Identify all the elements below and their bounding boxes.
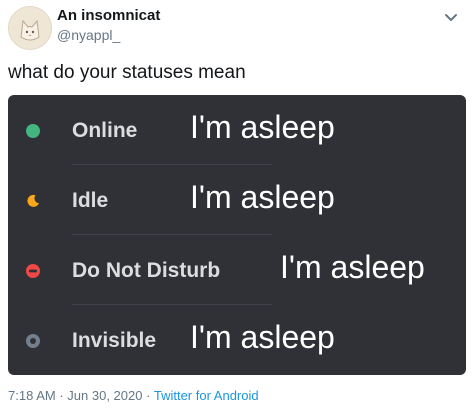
tweet-time[interactable]: 7:18 AM <box>8 388 56 403</box>
display-name[interactable]: An insomnicat <box>57 7 160 24</box>
status-label: Online <box>72 119 138 142</box>
status-item-do-not-disturb: Do Not Disturb I'm asleep <box>8 235 466 305</box>
status-meaning: I'm asleep <box>190 179 335 215</box>
separator: · <box>59 388 64 403</box>
tweet-text: what do your statuses mean <box>8 62 246 83</box>
status-item-invisible: Invisible I'm asleep <box>8 305 466 375</box>
status-menu-image[interactable]: Online I'm asleep Idle I'm asleep Do Not… <box>8 95 466 375</box>
user-handle[interactable]: @nyappl_ <box>57 27 120 43</box>
status-label: Idle <box>72 189 109 212</box>
tweet-date[interactable]: Jun 30, 2020 <box>67 388 142 403</box>
dnd-icon <box>26 264 40 278</box>
status-label: Invisible <box>72 329 157 352</box>
status-item-idle: Idle I'm asleep <box>8 165 466 235</box>
separator: · <box>146 388 151 403</box>
avatar[interactable] <box>8 6 52 50</box>
online-dot-icon <box>26 124 40 138</box>
idle-moon-icon <box>26 194 40 208</box>
status-meaning: I'm asleep <box>190 109 335 145</box>
tweet-source-link[interactable]: Twitter for Android <box>154 388 259 403</box>
status-item-online: Online I'm asleep <box>8 95 466 165</box>
status-meaning: I'm asleep <box>190 319 335 355</box>
status-meaning: I'm asleep <box>280 249 425 285</box>
cat-avatar-icon <box>9 7 51 49</box>
invisible-ring-icon <box>26 334 40 348</box>
tweet-footer: 7:18 AM · Jun 30, 2020 · Twitter for And… <box>8 388 259 403</box>
status-label: Do Not Disturb <box>72 259 221 282</box>
chevron-down-icon[interactable] <box>440 6 462 28</box>
